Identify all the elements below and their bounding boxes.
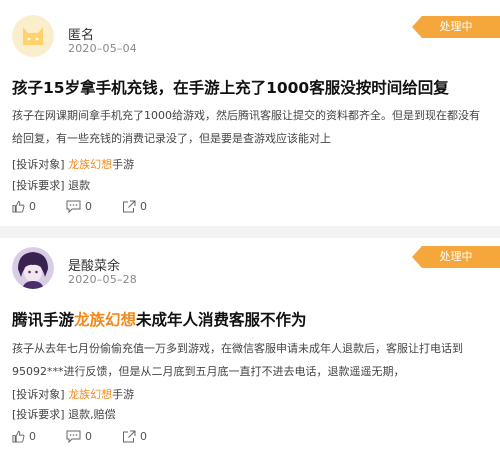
post-date: 2020–05–04	[68, 42, 137, 55]
action-bar: 0 0 0	[12, 200, 177, 213]
complaint-card[interactable]: 匿名 2020–05–04 处理中 孩子15岁拿手机充钱，在手游上充了1000客…	[0, 0, 500, 226]
comment-icon	[66, 430, 81, 443]
target-label: [投诉对象]	[12, 158, 65, 171]
username: 是酸菜余	[68, 259, 121, 274]
username: 匿名	[68, 28, 95, 43]
share-icon	[123, 200, 136, 213]
comment-button[interactable]: 0	[66, 430, 92, 443]
like-button[interactable]: 0	[12, 200, 36, 213]
share-button[interactable]: 0	[122, 430, 147, 443]
complaint-card[interactable]: 是酸菜余 2020–05–28 处理中 腾讯手游龙族幻想未成年人消费客服不作为 …	[0, 238, 500, 462]
share-count: 0	[140, 430, 147, 443]
share-count: 0	[140, 200, 147, 213]
share-icon	[123, 430, 136, 443]
share-button[interactable]: 0	[122, 200, 147, 213]
comment-button[interactable]: 0	[66, 200, 92, 213]
card-separator	[0, 226, 500, 238]
title-prefix: 腾讯手游	[12, 311, 75, 329]
complaint-target: [投诉对象] 龙族幻想手游	[12, 386, 134, 402]
target-label: [投诉对象]	[12, 388, 65, 401]
complaint-title[interactable]: 腾讯手游龙族幻想未成年人消费客服不作为	[12, 308, 490, 330]
thumbs-up-icon	[12, 200, 25, 213]
complaint-demand: [投诉要求] 退款	[12, 177, 90, 193]
demand-label: [投诉要求]	[12, 179, 65, 192]
complaint-body: 孩子从去年七月份偷偷充值一万多到游戏，在微信客服申请未成年人退款后，客服让打电话…	[12, 342, 463, 378]
complaint-body: 孩子在网课期间拿手机充了1000给游戏，然后腾讯客服让提交的资料都齐全。但是到现…	[12, 109, 480, 145]
like-count: 0	[29, 200, 36, 213]
target-link[interactable]: 龙族幻想	[68, 388, 112, 401]
complaint-demand: [投诉要求] 退款,赔偿	[12, 406, 116, 422]
complaint-target: [投诉对象] 龙族幻想手游	[12, 156, 134, 172]
status-badge: 处理中	[412, 16, 500, 38]
like-button[interactable]: 0	[12, 430, 36, 443]
complaint-title[interactable]: 孩子15岁拿手机充钱，在手游上充了1000客服没按时间给回复	[12, 76, 490, 98]
demand-value: 退款,赔偿	[68, 408, 116, 421]
comment-icon	[66, 200, 81, 213]
target-suffix: 手游	[112, 158, 135, 171]
title-highlight: 龙族幻想	[74, 311, 137, 329]
title-suffix: 未成年人消费客服不作为	[136, 311, 307, 329]
demand-label: [投诉要求]	[12, 408, 65, 421]
action-bar: 0 0 0	[12, 430, 177, 443]
thumbs-up-icon	[12, 430, 25, 443]
comment-count: 0	[85, 430, 92, 443]
comment-count: 0	[85, 200, 92, 213]
post-date: 2020–05–28	[68, 273, 137, 286]
cat-avatar-icon[interactable]	[12, 15, 54, 57]
anime-avatar-icon[interactable]	[12, 247, 54, 289]
target-suffix: 手游	[112, 388, 135, 401]
like-count: 0	[29, 430, 36, 443]
demand-value: 退款	[68, 179, 91, 192]
target-link[interactable]: 龙族幻想	[68, 158, 112, 171]
status-badge: 处理中	[412, 246, 500, 268]
